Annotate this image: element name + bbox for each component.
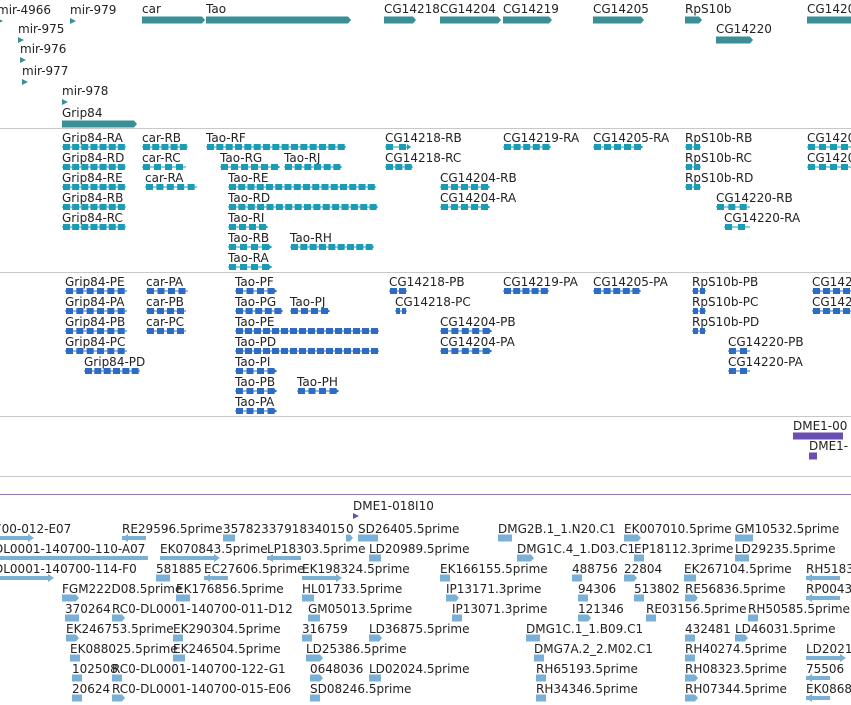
est-glyph-20624[interactable] — [72, 692, 84, 704]
est-label-ek290304-5prime[interactable]: EK290304.5prime — [173, 622, 281, 636]
transcript-glyph-grip84-rc[interactable] — [62, 221, 128, 233]
est-label-gm05013-5prime[interactable]: GM05013.5prime — [308, 602, 412, 616]
gene-glyph-tao[interactable] — [206, 14, 351, 26]
est-label-ld02024-5prime[interactable]: LD02024.5prime — [369, 662, 470, 676]
est-glyph-dmg2b-1-1-n20-c1[interactable] — [498, 532, 514, 544]
est-label-rh50585-5prime[interactable]: RH50585.5prime — [748, 602, 850, 616]
gene-glyph-car[interactable] — [142, 14, 205, 26]
track-divider-proteins — [0, 416, 851, 417]
protein-glyph-cg14219-pa[interactable] — [503, 285, 551, 297]
track-divider-cdna — [0, 476, 851, 477]
gene-label-mir-4966[interactable]: mir-4966 — [0, 3, 51, 17]
est-label-ek007010-5prime[interactable]: EK007010.5prime — [624, 522, 732, 536]
transcript-glyph-cg14219-ra[interactable] — [503, 141, 553, 153]
protein-glyph-grip84-pd[interactable] — [84, 365, 142, 377]
est-label-rh65193-5prime[interactable]: RH65193.5prime — [536, 662, 638, 676]
gene-glyph-mir-977[interactable] — [22, 76, 30, 88]
gene-glyph-mir-979[interactable] — [70, 15, 78, 27]
est-label-ek246753-5prime[interactable]: EK246753.5prime — [66, 622, 174, 636]
est-label-rc0-dl0001-140700-015-e06[interactable]: RC0-DL0001-140700-015-E06 — [112, 682, 291, 696]
est-glyph-rc0-dl0001-140700-015-e06[interactable] — [112, 692, 125, 704]
transcript-glyph-cg14218-rc[interactable] — [385, 161, 415, 173]
est-label-re56836-5prime[interactable]: RE56836.5prime — [685, 582, 786, 596]
est-label-ep18112-3prime[interactable]: EP18112.3prime — [634, 542, 733, 556]
est-glyph-sd08246-5prime[interactable] — [310, 692, 322, 704]
est-label-fgm222d08-5prime[interactable]: FGM222D08.5prime — [62, 582, 182, 596]
protein-glyph-cg142[interactable] — [812, 305, 851, 317]
est-glyph-513802[interactable] — [634, 592, 646, 604]
gene-glyph-cg14205[interactable] — [593, 14, 644, 26]
protein-glyph-cg14205-pa[interactable] — [593, 285, 643, 297]
gene-glyph-cg14218[interactable] — [384, 14, 416, 26]
est-label-3578233791834015[interactable]: 3578233791834015 — [223, 522, 345, 536]
est-label-rh07344-5prime[interactable]: RH07344.5prime — [685, 682, 787, 696]
est-label-dmg1c-4-1-d03-c1[interactable]: DMG1C.4_1.D03.C1 — [517, 542, 635, 556]
protein-glyph-car-pc[interactable] — [146, 325, 188, 337]
clone-line — [0, 494, 851, 495]
gene-glyph-cg14219[interactable] — [503, 14, 552, 26]
transcript-glyph-cg14220-ra[interactable] — [724, 221, 752, 233]
protein-glyph-cg14204-pa[interactable] — [440, 345, 494, 357]
est-label-ip13171-3prime[interactable]: IP13171.3prime — [446, 582, 541, 596]
transcript-glyph-car-ra[interactable] — [145, 181, 199, 193]
transcript-glyph-rps10b-rd[interactable] — [685, 181, 703, 193]
gene-glyph-cg14220[interactable] — [716, 34, 753, 46]
est-label-ek088025-5prime[interactable]: EK088025.5prime — [70, 642, 178, 656]
clone-glyph[interactable] — [353, 510, 361, 522]
protein-glyph-tao-pj[interactable] — [290, 305, 332, 317]
est-label-hl01733-5prime[interactable]: HL01733.5prime — [302, 582, 402, 596]
track-divider-transcripts — [0, 272, 851, 273]
est-label-rh34346-5prime[interactable]: RH34346.5prime — [536, 682, 638, 696]
est-label-ek267104-5prime[interactable]: EK267104.5prime — [684, 562, 792, 576]
transcript-glyph-cg1420[interactable] — [807, 161, 851, 173]
est-label-re03156-5prime[interactable]: RE03156.5prime — [646, 602, 747, 616]
est-label-ek166155-5prime[interactable]: EK166155.5prime — [440, 562, 548, 576]
est-glyph-rh07344-5prime[interactable] — [685, 692, 698, 704]
est-label-dmg2b-1-1-n20-c1[interactable]: DMG2B.1_1.N20.C1 — [498, 522, 616, 536]
est-glyph-rh34346-5prime[interactable] — [536, 692, 548, 704]
gene-glyph-mir-4966[interactable] — [0, 15, 5, 27]
est-label-ip13071-3prime[interactable]: IP13071.3prime — [452, 602, 547, 616]
cdna-glyph-1[interactable] — [809, 450, 819, 462]
est-label-ld20989-5prime[interactable]: LD20989.5prime — [369, 542, 470, 556]
est-glyph-re03156-5prime[interactable] — [646, 612, 658, 624]
est-label-ld36875-5prime[interactable]: LD36875.5prime — [369, 622, 470, 636]
est-label-dmg7a-2-2-m02-c1[interactable]: DMG7A.2_2.M02.C1 — [534, 642, 653, 656]
est-label-rc0-dl0001-140700-011-d12[interactable]: RC0-DL0001-140700-011-D12 — [112, 602, 293, 616]
transcript-glyph-tao-rj[interactable] — [284, 161, 344, 173]
gene-glyph-rps10b[interactable] — [685, 14, 702, 26]
est-label-ld46031-5prime[interactable]: LD46031.5prime — [735, 622, 836, 636]
protein-glyph-tao-ph[interactable] — [297, 385, 341, 397]
est-label-dmg1c-1-1-b09-c1[interactable]: DMG1C.1_1.B09.C1 — [526, 622, 643, 636]
est-glyph-ek0868[interactable] — [806, 692, 838, 704]
clone-label-dme1-018i10[interactable]: DME1-018I10 — [353, 499, 434, 513]
protein-glyph-cg14220-pa[interactable] — [728, 365, 752, 377]
track-divider-genes — [0, 128, 851, 129]
protein-glyph-cg14218-pc[interactable] — [395, 305, 409, 317]
est-glyph-dl0001-140700-114-f0[interactable] — [0, 572, 56, 584]
est-label-rc0-dl0001-140700-122-g1[interactable]: RC0-DL0001-140700-122-G1 — [112, 662, 286, 676]
est-label-sd08246-5prime[interactable]: SD08246.5prime — [310, 682, 411, 696]
gene-glyph-cg1420[interactable] — [807, 14, 851, 26]
est-label-ek246504-5prime[interactable]: EK246504.5prime — [173, 642, 281, 656]
transcript-glyph-cg14204-ra[interactable] — [440, 201, 492, 213]
est-label-rh08323-5prime[interactable]: RH08323.5prime — [685, 662, 787, 676]
genome-browser-view: mir-4966 mir-979 car Tao CG14218 CG14204 CG142… — [0, 0, 851, 705]
transcript-glyph-tao-rh[interactable] — [290, 241, 376, 253]
est-label-rh40274-5prime[interactable]: RH40274.5prime — [685, 642, 787, 656]
protein-glyph-rps10b-pd[interactable] — [692, 325, 708, 337]
gene-glyph-cg14204[interactable] — [440, 14, 501, 26]
transcript-glyph-cg14205-ra[interactable] — [593, 141, 645, 153]
est-label-ek176856-5prime[interactable]: EK176856.5prime — [176, 582, 284, 596]
